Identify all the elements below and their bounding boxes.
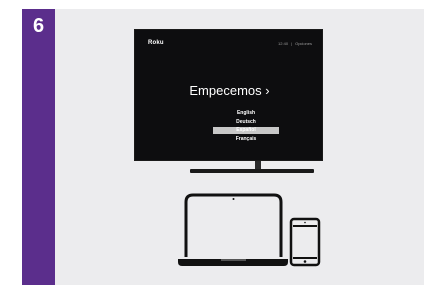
laptop-icon (178, 193, 288, 266)
devices-illustration (178, 193, 321, 267)
smartphone-icon (289, 217, 321, 267)
